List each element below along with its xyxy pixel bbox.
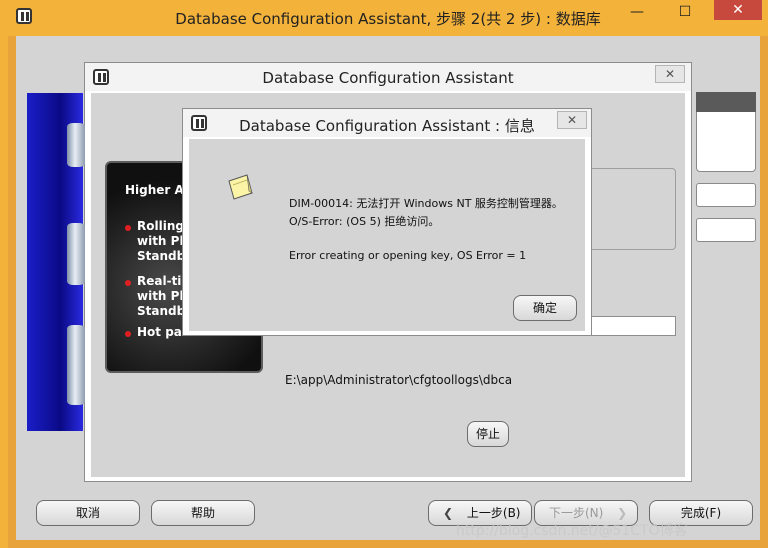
bullet-icon xyxy=(125,331,131,337)
watermark-text: http://blog.csdn.net/@51CTO博客 xyxy=(456,523,688,539)
error-message-line: DIM-00014: 无法打开 Windows NT 服务控制管理器。 xyxy=(289,197,563,210)
error-message-line: O/S-Error: (OS 5) 拒绝访问。 xyxy=(289,215,440,228)
summary-list-header xyxy=(696,92,756,112)
progress-dialog-titlebar[interactable]: Database Configuration Assistant ✕ xyxy=(85,63,691,91)
right-field-1[interactable] xyxy=(696,183,756,207)
progress-dialog-close-button[interactable]: ✕ xyxy=(655,65,685,83)
bullet-icon xyxy=(125,280,131,286)
branding-art xyxy=(27,93,85,431)
database-cylinder-icon xyxy=(67,123,85,167)
error-dialog-client: DIM-00014: 无法打开 Windows NT 服务控制管理器。 O/S-… xyxy=(189,139,585,331)
back-button-label: 上一步(B) xyxy=(466,506,521,520)
log-path-text: E:\app\Administrator\cfgtoollogs\dbca xyxy=(285,373,513,387)
note-icon xyxy=(228,174,253,200)
main-window-title: Database Configuration Assistant, 步骤 2(共… xyxy=(175,10,601,28)
minimize-button[interactable]: — xyxy=(620,2,654,22)
ok-button[interactable]: 确定 xyxy=(513,295,577,321)
right-field-2[interactable] xyxy=(696,218,756,242)
chevron-left-icon: ❮ xyxy=(443,506,454,520)
close-button[interactable]: ✕ xyxy=(714,0,762,20)
main-titlebar[interactable]: Database Configuration Assistant, 步骤 2(共… xyxy=(8,0,768,36)
error-dialog-titlebar[interactable]: Database Configuration Assistant : 信息 ✕ xyxy=(183,109,591,137)
error-message-line: Error creating or opening key, OS Error … xyxy=(289,249,527,262)
progress-dialog-title: Database Configuration Assistant xyxy=(262,69,514,87)
cancel-button[interactable]: 取消 xyxy=(36,500,140,526)
database-cylinder-icon xyxy=(67,325,85,405)
status-group-box xyxy=(586,168,676,250)
error-dialog-close-button[interactable]: ✕ xyxy=(557,111,587,129)
error-dialog: Database Configuration Assistant : 信息 ✕ … xyxy=(182,108,592,336)
progress-field xyxy=(586,316,676,336)
maximize-button[interactable]: ☐ xyxy=(668,2,702,22)
error-dialog-title: Database Configuration Assistant : 信息 xyxy=(239,117,535,135)
bullet-icon xyxy=(125,225,131,231)
database-cylinder-icon xyxy=(67,223,85,285)
next-button-label: 下一步(N) xyxy=(549,506,604,520)
help-button[interactable]: 帮助 xyxy=(151,500,255,526)
stop-button[interactable]: 停止 xyxy=(467,421,509,447)
chevron-right-icon: ❯ xyxy=(617,506,628,520)
